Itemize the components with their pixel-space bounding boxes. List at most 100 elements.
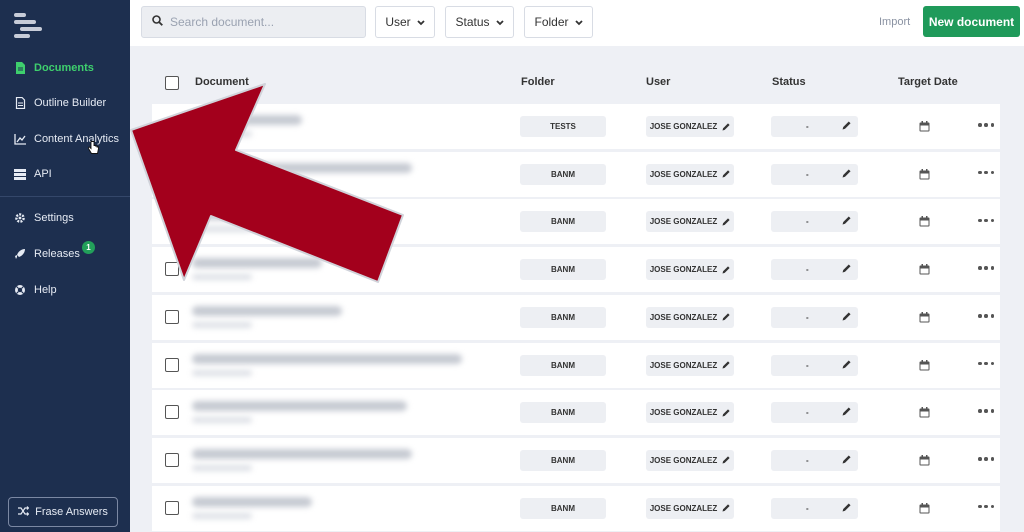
status-field[interactable]: - <box>771 306 858 328</box>
chevron-down-icon <box>417 15 425 29</box>
column-header-status[interactable]: Status <box>772 76 806 88</box>
document-title-blurred[interactable] <box>192 258 322 269</box>
column-header-target-date[interactable]: Target Date <box>898 76 958 88</box>
status-filter-dropdown[interactable]: Status <box>445 6 514 38</box>
document-title-blurred[interactable] <box>192 496 312 507</box>
row-actions-menu-icon[interactable] <box>978 261 994 275</box>
status-field[interactable]: - <box>771 402 858 424</box>
table-row[interactable]: BANM JOSE GONZALEZ - <box>152 294 1000 340</box>
folder-tag[interactable]: BANM <box>520 449 606 471</box>
row-checkbox[interactable] <box>165 262 179 277</box>
user-assignee[interactable]: JOSE GONZALEZ <box>646 354 734 376</box>
folder-tag[interactable]: BANM <box>520 211 606 233</box>
document-title-blurred[interactable] <box>192 448 412 459</box>
status-field[interactable]: - <box>771 116 858 137</box>
user-assignee[interactable]: JOSE GONZALEZ <box>646 116 734 137</box>
row-checkbox[interactable] <box>165 214 179 229</box>
user-assignee[interactable]: JOSE GONZALEZ <box>646 163 734 185</box>
search-input[interactable] <box>170 15 350 29</box>
calendar-icon[interactable] <box>919 121 930 132</box>
sidebar-item-settings[interactable]: Settings <box>0 203 130 233</box>
calendar-icon[interactable] <box>919 264 930 275</box>
row-checkbox[interactable] <box>165 119 179 133</box>
column-header-document[interactable]: Document <box>195 76 249 88</box>
calendar-icon[interactable] <box>919 168 930 180</box>
folder-tag[interactable]: BANM <box>520 497 606 519</box>
folder-tag[interactable]: BANM <box>520 354 606 376</box>
row-checkbox[interactable] <box>165 452 179 467</box>
row-actions-menu-icon[interactable] <box>978 452 994 466</box>
document-title-blurred[interactable] <box>192 305 342 316</box>
table-row[interactable]: BANM JOSE GONZALEZ - <box>152 485 1000 531</box>
status-field[interactable]: - <box>771 497 858 519</box>
document-title-blurred[interactable] <box>192 210 382 221</box>
folder-filter-dropdown[interactable]: Folder <box>524 6 593 38</box>
calendar-icon[interactable] <box>919 407 930 418</box>
user-assignee[interactable]: JOSE GONZALEZ <box>646 497 734 519</box>
new-document-button[interactable]: New document <box>923 6 1020 37</box>
folder-tag[interactable]: BANM <box>520 402 606 424</box>
status-field[interactable]: - <box>771 163 858 185</box>
outline-doc-icon <box>14 97 26 109</box>
status-field[interactable]: - <box>771 449 858 471</box>
folder-tag[interactable]: BANM <box>520 306 606 328</box>
user-assignee[interactable]: JOSE GONZALEZ <box>646 402 734 424</box>
status-field[interactable]: - <box>771 259 858 281</box>
row-actions-menu-icon[interactable] <box>978 404 994 418</box>
calendar-icon[interactable] <box>919 216 930 227</box>
column-header-user[interactable]: User <box>646 76 670 88</box>
user-assignee[interactable]: JOSE GONZALEZ <box>646 259 734 281</box>
row-actions-menu-icon[interactable] <box>978 500 994 514</box>
pencil-icon <box>722 456 730 464</box>
frase-logo[interactable] <box>12 10 46 42</box>
user-assignee[interactable]: JOSE GONZALEZ <box>646 449 734 471</box>
search-box[interactable] <box>141 6 366 38</box>
document-title-blurred[interactable] <box>192 162 412 173</box>
document-title-blurred[interactable] <box>192 401 407 412</box>
column-header-folder[interactable]: Folder <box>521 76 555 88</box>
sidebar-item-content-analytics[interactable]: Content Analytics <box>0 124 130 154</box>
pencil-icon <box>722 170 730 178</box>
pencil-icon <box>842 264 851 273</box>
folder-tag[interactable]: TESTS <box>520 116 606 137</box>
import-link[interactable]: Import <box>879 16 910 28</box>
row-actions-menu-icon[interactable] <box>978 309 994 323</box>
folder-tag[interactable]: BANM <box>520 259 606 281</box>
document-title-blurred[interactable] <box>192 115 302 125</box>
folder-tag[interactable]: BANM <box>520 163 606 185</box>
status-field[interactable]: - <box>771 211 858 233</box>
document-title-blurred[interactable] <box>192 353 462 364</box>
sidebar-item-releases[interactable]: Releases <box>0 239 130 269</box>
row-checkbox[interactable] <box>165 166 179 181</box>
sidebar-item-api[interactable]: API <box>0 159 130 189</box>
top-toolbar: User Status Folder Import New document <box>130 0 1024 46</box>
user-filter-dropdown[interactable]: User <box>375 6 435 38</box>
calendar-icon[interactable] <box>919 502 930 514</box>
table-row[interactable]: BANM JOSE GONZALEZ - <box>152 390 1000 436</box>
table-row[interactable]: BANM JOSE GONZALEZ - <box>152 247 1000 293</box>
row-actions-menu-icon[interactable] <box>978 213 994 227</box>
row-checkbox[interactable] <box>165 500 179 515</box>
shuffle-icon <box>18 505 30 519</box>
sidebar-item-help[interactable]: Help <box>0 275 130 305</box>
table-row[interactable]: BANM JOSE GONZALEZ - <box>152 437 1000 483</box>
table-row[interactable]: BANM JOSE GONZALEZ - <box>152 342 1000 388</box>
user-assignee[interactable]: JOSE GONZALEZ <box>646 306 734 328</box>
row-checkbox[interactable] <box>165 357 179 372</box>
row-actions-menu-icon[interactable] <box>978 357 994 371</box>
row-actions-menu-icon[interactable] <box>978 118 994 132</box>
calendar-icon[interactable] <box>919 454 930 466</box>
table-row[interactable]: TESTS JOSE GONZALEZ - <box>152 104 1000 149</box>
row-checkbox[interactable] <box>165 309 179 324</box>
table-row[interactable]: BANM JOSE GONZALEZ - <box>152 151 1000 197</box>
frase-answers-button[interactable]: Frase Answers <box>8 497 118 527</box>
user-assignee[interactable]: JOSE GONZALEZ <box>646 211 734 233</box>
row-actions-menu-icon[interactable] <box>978 166 994 180</box>
calendar-icon[interactable] <box>919 311 930 323</box>
sidebar-item-outline-builder[interactable]: Outline Builder <box>0 88 130 118</box>
calendar-icon[interactable] <box>919 359 930 371</box>
user-name: JOSE GONZALEZ <box>649 455 718 465</box>
table-row[interactable]: BANM JOSE GONZALEZ - <box>152 199 1000 245</box>
status-field[interactable]: - <box>771 354 858 376</box>
row-checkbox[interactable] <box>165 405 179 420</box>
